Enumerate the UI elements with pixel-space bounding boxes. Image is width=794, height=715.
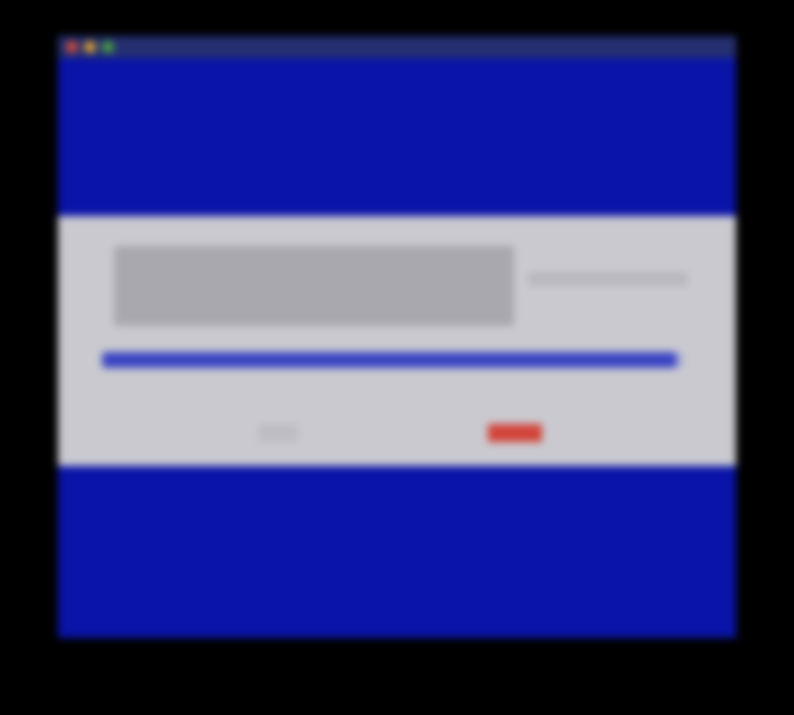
installer-dialog (58, 216, 736, 466)
bottom-panel (58, 476, 736, 638)
status-text-line (528, 272, 688, 286)
window-titlebar (58, 36, 736, 58)
primary-button[interactable] (488, 424, 542, 442)
progress-bar (102, 352, 682, 368)
secondary-button[interactable] (258, 424, 298, 442)
screen (58, 36, 736, 638)
logo-banner (114, 246, 514, 326)
close-window-icon[interactable] (66, 41, 78, 53)
progress-bar-fill (102, 352, 677, 368)
maximize-window-icon[interactable] (102, 41, 114, 53)
minimize-window-icon[interactable] (84, 41, 96, 53)
